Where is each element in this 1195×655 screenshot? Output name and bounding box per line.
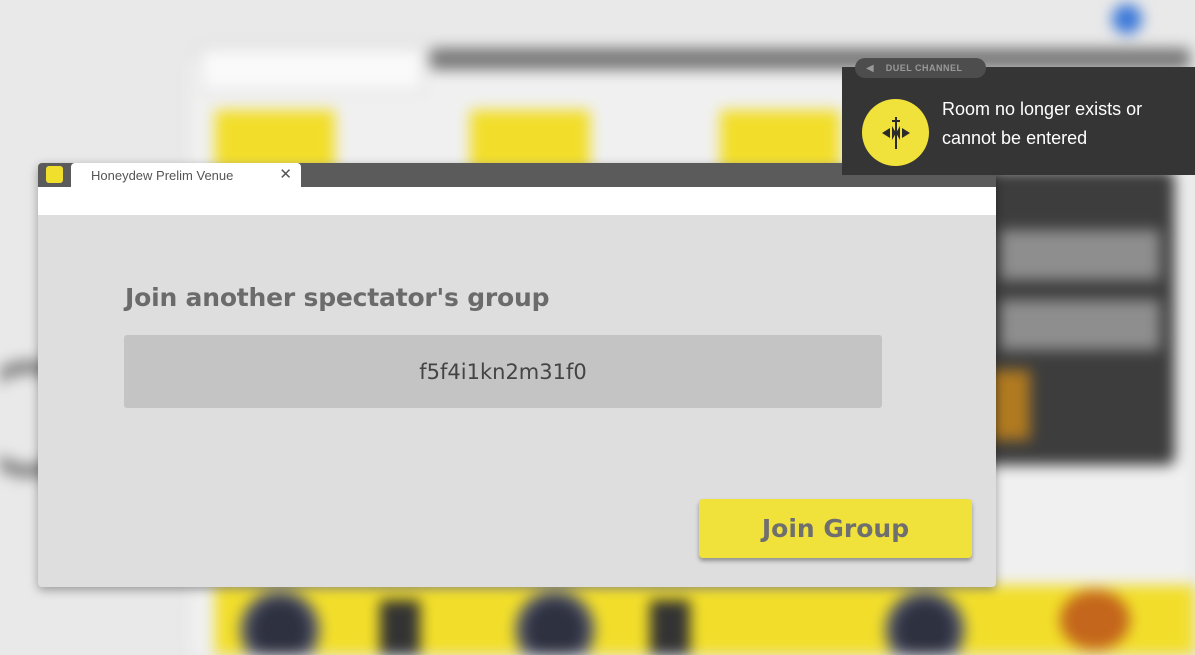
bg-orange-block <box>990 370 1030 440</box>
megaphone-icon: ◀ <box>866 62 874 74</box>
duel-vs-icon <box>862 99 929 166</box>
bg-tab <box>200 48 424 92</box>
channel-label: DUEL CHANNEL <box>885 63 963 73</box>
join-group-dialog: Honeydew Prelim Venue ✕ Join another spe… <box>38 163 996 587</box>
bg-orange-circle <box>1060 590 1130 650</box>
notification-message: Room no longer exists or cannot be enter… <box>942 95 1182 153</box>
app-badge-icon <box>46 166 63 183</box>
bg-blue-dot <box>1112 4 1142 34</box>
bg-yellow-block <box>215 110 335 170</box>
notification-message-line: Room no longer exists or <box>942 99 1143 119</box>
join-group-button[interactable]: Join Group <box>699 499 972 558</box>
bg-gray-row <box>1000 230 1160 280</box>
bg-yellow-block <box>470 110 590 170</box>
bg-dark-block <box>380 600 420 655</box>
bg-dark-block <box>650 600 690 655</box>
group-code-field[interactable]: f5f4i1kn2m31f0 <box>124 335 882 408</box>
dialog-header-strip <box>38 187 996 215</box>
bg-gray-row <box>1000 300 1160 350</box>
notification-message-line: cannot be entered <box>942 128 1088 148</box>
tab-venue[interactable]: Honeydew Prelim Venue ✕ <box>71 163 301 187</box>
dialog-heading: Join another spectator's group <box>125 283 550 312</box>
bg-yellow-footer <box>215 585 1195 655</box>
close-icon[interactable]: ✕ <box>279 165 292 183</box>
bg-yellow-block <box>720 110 840 170</box>
tab-label: Honeydew Prelim Venue <box>91 167 234 183</box>
notification-channel-tag: ◀ DUEL CHANNEL <box>855 58 986 78</box>
